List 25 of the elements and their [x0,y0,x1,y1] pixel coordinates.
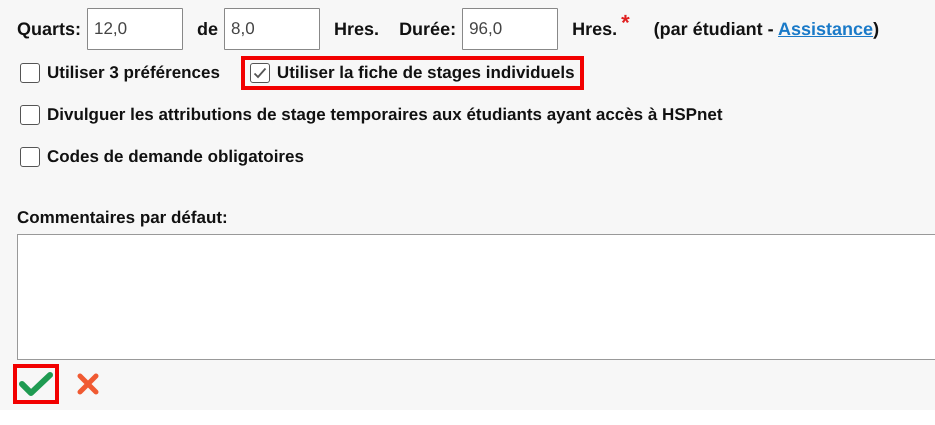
checkbox-label: Utiliser 3 préférences [47,63,220,83]
required-mark: * [621,10,630,36]
of-label: de [197,18,218,40]
checkbox[interactable] [20,63,40,83]
hours-field[interactable]: 8,0 [224,8,320,50]
checkbox-label: Utiliser la fiche de stages individuels [276,63,575,83]
confirm-button[interactable] [13,364,59,404]
shifts-label: Quarts: [17,18,82,40]
note-text: (par étudiant - Assistance) [654,18,880,40]
checkbox-label: Codes de demande obligatoires [47,147,304,167]
duration-field[interactable]: 96,0 [462,8,558,50]
shifts-field[interactable]: 12,0 [87,8,184,50]
close-icon [76,372,100,396]
check-icon [19,371,53,397]
checkbox[interactable] [250,63,270,83]
comments-label: Commentaires par défaut: [17,208,229,228]
comments-field[interactable] [17,234,935,360]
checkbox[interactable] [20,147,40,167]
duration-unit: Hres. [572,18,618,40]
duration-label: Durée: [399,18,456,40]
checkbox[interactable] [20,105,40,125]
help-link[interactable]: Assistance [778,18,874,38]
checkbox-label: Divulguer les attributions de stage temporaires aux étudiants ayant accès à HSPnet [47,105,722,125]
check-icon [252,67,267,79]
hours-unit: Hres. [334,18,380,40]
